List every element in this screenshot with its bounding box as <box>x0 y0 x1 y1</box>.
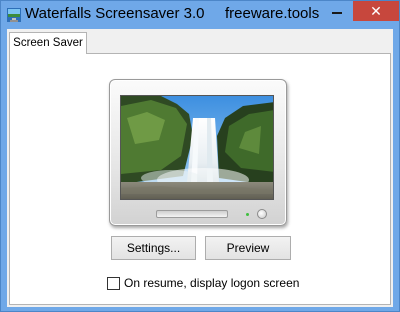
tab-panel: Settings... Preview On resume, display l… <box>9 53 391 305</box>
logon-checkbox[interactable] <box>107 277 120 290</box>
monitor-preview-icon <box>109 79 287 226</box>
window-title: Waterfalls Screensaver 3.0 <box>25 5 205 22</box>
power-button-icon <box>257 209 267 219</box>
minimize-button[interactable] <box>323 1 351 21</box>
drive-slot <box>156 210 228 218</box>
screensaver-window: Waterfalls Screensaver 3.0 freeware.tool… <box>0 0 400 312</box>
settings-button[interactable]: Settings... <box>111 236 196 260</box>
tab-screen-saver[interactable]: Screen Saver <box>9 32 87 54</box>
close-icon: ✕ <box>370 3 382 19</box>
close-button[interactable]: ✕ <box>353 1 399 21</box>
window-site: freeware.tools <box>225 5 320 22</box>
preview-button[interactable]: Preview <box>205 236 291 260</box>
logon-checkbox-label[interactable]: On resume, display logon screen <box>124 276 299 290</box>
title-bar[interactable]: Waterfalls Screensaver 3.0 freeware.tool… <box>1 1 399 29</box>
waterfall-preview-image <box>120 95 274 200</box>
power-led-icon <box>246 213 249 216</box>
app-icon <box>7 8 21 22</box>
client-area: Screen Saver Settings... Preview On resu… <box>7 29 393 307</box>
